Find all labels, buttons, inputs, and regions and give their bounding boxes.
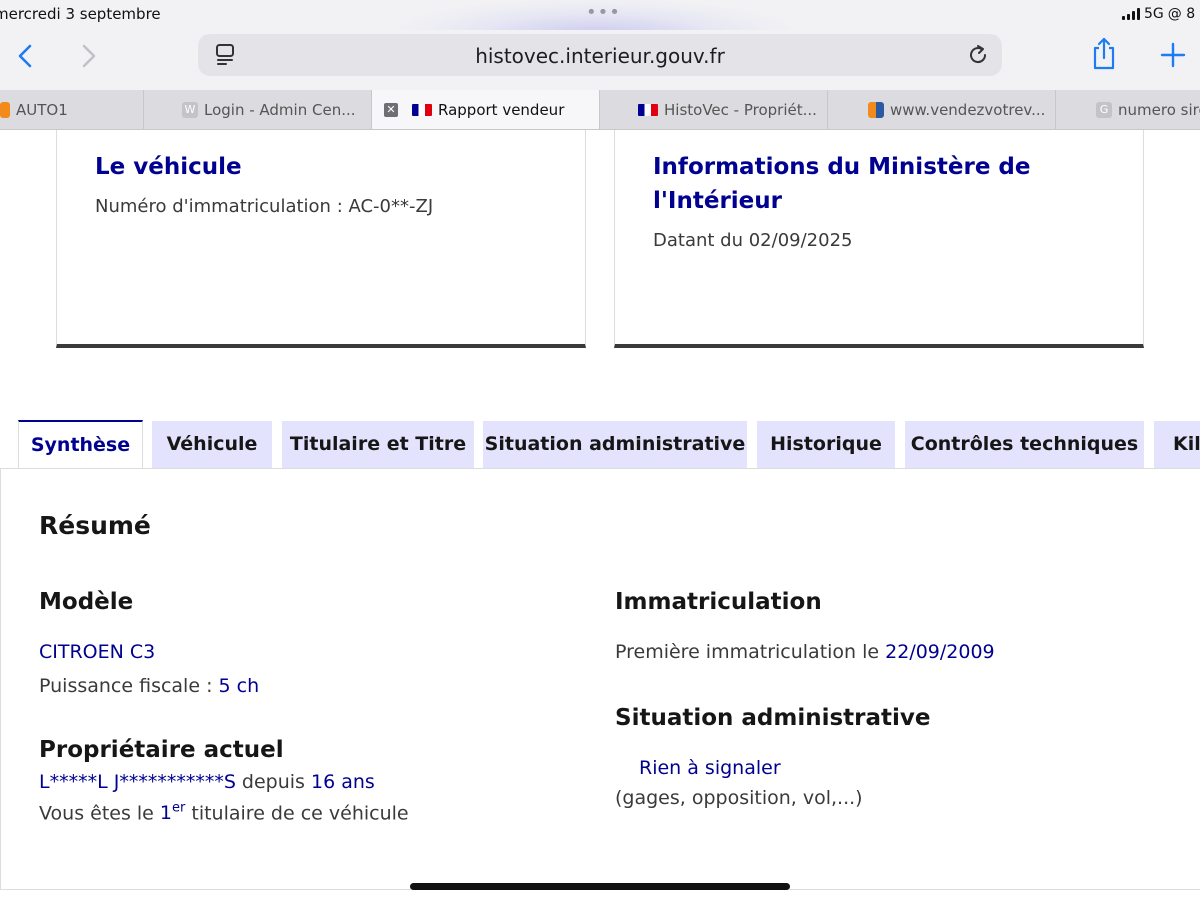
multitask-dots-icon[interactable]: •••	[586, 2, 621, 23]
owner-since-value: 16 ans	[310, 771, 375, 793]
tab-controles-techniques[interactable]: Contrôles techniques	[905, 421, 1144, 468]
plate-line: Numéro d'immatriculation : AC-0**-ZJ	[95, 196, 433, 217]
w-favicon-icon: W	[182, 101, 198, 118]
french-flag-favicon-icon	[412, 103, 432, 116]
ministry-date-value: 02/09/2025	[748, 230, 853, 251]
browser-tab-label: Login - Admin Cen...	[204, 100, 356, 119]
ministry-date-line: Datant du 02/09/2025	[653, 230, 852, 251]
admin-heading: Situation administrative	[615, 705, 931, 731]
reload-icon[interactable]	[966, 43, 990, 67]
tab-titulaire-titre[interactable]: Titulaire et Titre	[282, 421, 474, 468]
status-bar: mercredi 3 septembre ••• 5G @ 8	[0, 0, 1200, 30]
ministry-card: Informations du Ministère de l'Intérieur…	[614, 130, 1144, 348]
holder-num: 1	[159, 802, 172, 825]
url-text[interactable]: histovec.interieur.gouv.fr	[198, 44, 1002, 68]
g-favicon-icon: G	[1096, 101, 1112, 118]
owner-heading: Propriétaire actuel	[39, 737, 284, 763]
plate-value: AC-0**-ZJ	[348, 196, 434, 217]
plate-label: Numéro d'immatriculation :	[95, 196, 349, 217]
synthese-panel: Résumé Modèle CITROEN C3 Puissance fisca…	[0, 468, 1200, 890]
fiscal-power-label: Puissance fiscale :	[39, 675, 219, 697]
admin-status: Rien à signaler	[639, 757, 781, 779]
tab-kilometrage[interactable]: Kilo	[1154, 421, 1200, 468]
browser-tab-rapport-vendeur[interactable]: ✕ Rapport vendeur	[372, 90, 600, 129]
registration-heading: Immatriculation	[615, 589, 822, 615]
browser-toolbar: histovec.interieur.gouv.fr	[0, 30, 1200, 90]
browser-tab-vendezvotre[interactable]: www.vendezvotrev...	[828, 90, 1056, 129]
summary-title: Résumé	[39, 511, 151, 540]
holder-sup: er	[172, 801, 186, 816]
french-flag-favicon-icon	[638, 103, 658, 116]
network-type: 5G	[1144, 6, 1164, 22]
vehicle-card-title: Le véhicule	[95, 154, 242, 180]
fiscal-power-value: 5 ch	[218, 675, 260, 697]
browser-tab-label: AUTO1	[16, 100, 68, 119]
fiscal-power-line: Puissance fiscale : 5 ch	[39, 675, 259, 697]
site-favicon-icon	[868, 101, 884, 118]
browser-tab-numero-sire[interactable]: G numero sire	[1056, 90, 1200, 129]
tab-synthese[interactable]: Synthèse	[18, 420, 143, 469]
tab-situation-administrative[interactable]: Situation administrative	[483, 421, 747, 468]
browser-tab-label: Rapport vendeur	[438, 100, 565, 119]
browser-tab-label: HistoVec - Propriét...	[664, 100, 817, 119]
cellular-signal-icon	[1122, 8, 1140, 20]
ministry-card-title: Informations du Ministère de l'Intérieur	[653, 154, 1031, 214]
owner-name: L*****L J***********S	[39, 771, 236, 793]
status-indicators: 5G @ 8	[1122, 6, 1195, 22]
model-heading: Modèle	[39, 589, 134, 615]
first-registration-date: 22/09/2009	[885, 641, 995, 663]
status-date: mercredi 3 septembre	[0, 5, 161, 23]
auto1-favicon-icon	[0, 101, 10, 118]
first-registration-label: Première immatriculation le	[615, 641, 886, 663]
holder-prefix: Vous êtes le	[39, 802, 160, 825]
browser-tab-strip: AUTO1 W Login - Admin Cen... ✕ Rapport v…	[0, 90, 1200, 130]
tab-vehicule[interactable]: Véhicule	[152, 421, 272, 468]
browser-tab-histovec[interactable]: HistoVec - Propriét...	[600, 90, 828, 129]
holder-number: 1er	[159, 801, 186, 825]
share-icon[interactable]	[1090, 36, 1118, 72]
ministry-date-label: Datant du	[653, 230, 749, 251]
browser-tab-label: www.vendezvotrev...	[890, 100, 1046, 119]
holder-line: Vous êtes le 1er titulaire de ce véhicul…	[39, 801, 409, 824]
model-name: CITROEN C3	[39, 641, 156, 663]
home-indicator[interactable]	[410, 883, 790, 890]
new-tab-icon[interactable]	[1160, 42, 1186, 68]
holder-suffix: titulaire de ce véhicule	[185, 802, 409, 825]
owner-line: L*****L J***********S depuis 16 ans	[39, 771, 375, 793]
browser-tab-label: numero sire	[1118, 100, 1200, 119]
status-extra: @ 8	[1167, 6, 1196, 22]
forward-icon[interactable]	[76, 40, 100, 72]
owner-since-label: depuis	[235, 771, 311, 793]
browser-tab-login[interactable]: W Login - Admin Cen...	[144, 90, 372, 129]
browser-tab-auto1[interactable]: AUTO1	[0, 90, 144, 129]
back-icon[interactable]	[14, 40, 38, 72]
first-registration-line: Première immatriculation le 22/09/2009	[615, 641, 995, 663]
close-tab-icon[interactable]: ✕	[384, 102, 398, 117]
admin-details: (gages, opposition, vol,...)	[615, 787, 863, 809]
vehicle-card: Le véhicule Numéro d'immatriculation : A…	[56, 130, 586, 348]
address-bar[interactable]: histovec.interieur.gouv.fr	[198, 34, 1002, 76]
report-tabs: Synthèse Véhicule Titulaire et Titre Sit…	[0, 420, 1200, 469]
tab-historique[interactable]: Historique	[757, 421, 895, 468]
